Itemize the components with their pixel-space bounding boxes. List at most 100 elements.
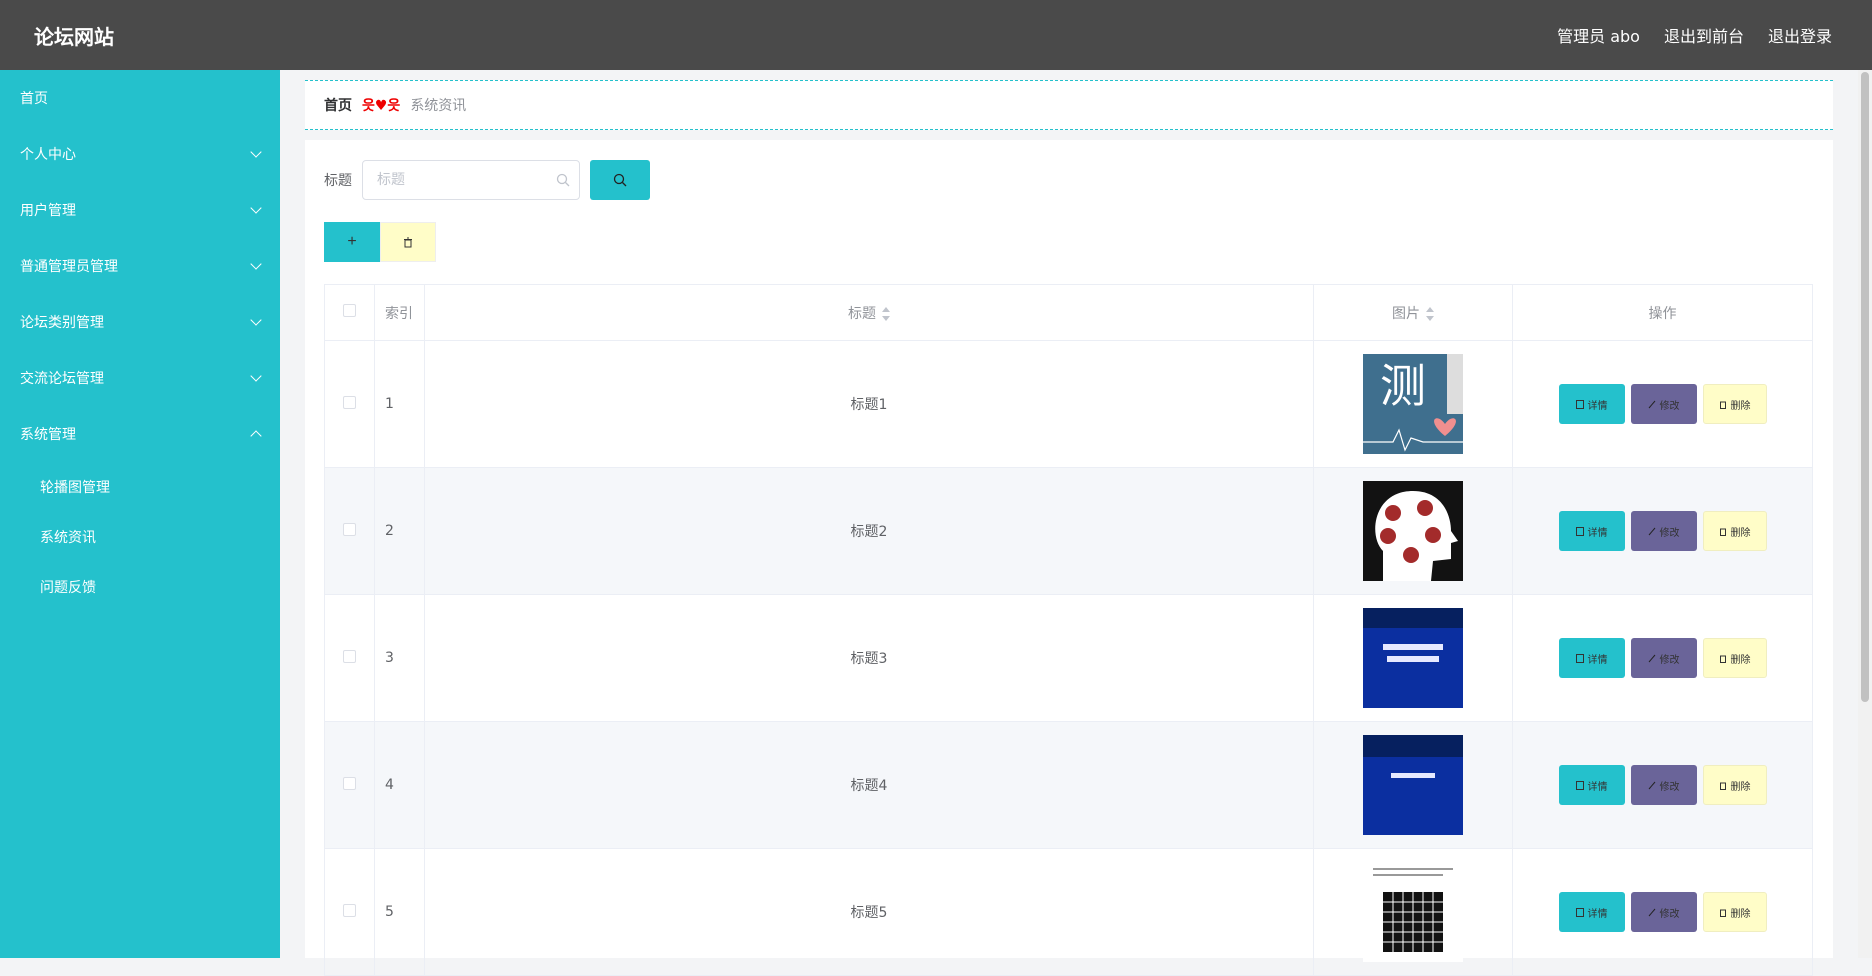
- document-icon: [1575, 399, 1584, 409]
- search-field-wrapper: [362, 160, 580, 200]
- edit-button[interactable]: 修改: [1630, 511, 1697, 551]
- breadcrumb-home[interactable]: 首页: [324, 95, 352, 115]
- row-checkbox[interactable]: [343, 522, 356, 536]
- row-index: 2: [374, 467, 425, 595]
- delete-button[interactable]: 删除: [1702, 384, 1767, 424]
- row-actions: 详情 修改 删除: [1512, 340, 1813, 468]
- admin-user-label[interactable]: 管理员 abo: [1557, 23, 1640, 47]
- row-image-cell: [1313, 848, 1513, 976]
- edit-button[interactable]: 修改: [1630, 765, 1697, 805]
- detail-button[interactable]: 详情: [1558, 892, 1625, 932]
- row-checkbox[interactable]: [343, 776, 356, 790]
- sidebar-item-label: 首页: [20, 91, 48, 107]
- bulk-delete-button[interactable]: [380, 222, 436, 262]
- row-checkbox[interactable]: [343, 395, 356, 409]
- news-thumbnail[interactable]: [1363, 608, 1463, 708]
- detail-label: 详情: [1587, 400, 1608, 412]
- detail-button[interactable]: 详情: [1558, 384, 1625, 424]
- news-thumbnail[interactable]: [1363, 481, 1463, 581]
- row-actions: 详情 修改 删除: [1512, 594, 1813, 722]
- edit-label: 修改: [1659, 908, 1680, 920]
- pencil-icon: [1648, 781, 1655, 789]
- trash-icon: [1719, 909, 1726, 917]
- edit-label: 修改: [1659, 654, 1680, 666]
- top-nav: 管理员 abo 退出到前台 退出登录: [1557, 23, 1832, 47]
- header-title-label: 标题: [848, 305, 876, 322]
- delete-label: 删除: [1730, 400, 1751, 412]
- row-image-cell: 测: [1313, 340, 1513, 468]
- trash-icon: [1719, 782, 1726, 790]
- detail-button[interactable]: 详情: [1558, 511, 1625, 551]
- header-checkbox-cell: [324, 284, 375, 341]
- edit-label: 修改: [1659, 527, 1680, 539]
- sidebar-item-personal-center[interactable]: 个人中心: [0, 126, 280, 182]
- row-actions: 详情 修改 删除: [1512, 467, 1813, 595]
- search-button[interactable]: [590, 160, 650, 200]
- detail-label: 详情: [1587, 908, 1608, 920]
- top-bar: 论坛网站 管理员 abo 退出到前台 退出登录: [0, 0, 1872, 70]
- document-icon: [1575, 653, 1584, 663]
- detail-button[interactable]: 详情: [1558, 765, 1625, 805]
- row-image-cell: [1313, 721, 1513, 849]
- sidebar-subitem-news[interactable]: 系统资讯: [0, 512, 280, 562]
- search-icon: [613, 173, 627, 187]
- search-row: 标题: [324, 160, 650, 200]
- edit-button[interactable]: 修改: [1630, 892, 1697, 932]
- table-row: 3 标题3 详情 修改 删除: [324, 594, 1813, 722]
- chevron-down-icon: [250, 258, 262, 270]
- sidebar-item-label: 交流论坛管理: [20, 371, 104, 387]
- sort-icon[interactable]: [882, 306, 890, 321]
- delete-button[interactable]: 删除: [1702, 638, 1767, 678]
- sidebar-item-admin-management[interactable]: 普通管理员管理: [0, 238, 280, 294]
- row-image-cell: [1313, 594, 1513, 722]
- delete-label: 删除: [1730, 527, 1751, 539]
- row-checkbox[interactable]: [343, 649, 356, 663]
- delete-button[interactable]: 删除: [1702, 511, 1767, 551]
- sidebar-item-forum-management[interactable]: 交流论坛管理: [0, 350, 280, 406]
- news-thumbnail[interactable]: [1363, 735, 1463, 835]
- sidebar-item-label: 用户管理: [20, 203, 76, 219]
- row-checkbox[interactable]: [343, 903, 356, 917]
- header-index: 索引: [374, 284, 425, 341]
- row-index: 3: [374, 594, 425, 722]
- sidebar-item-user-management[interactable]: 用户管理: [0, 182, 280, 238]
- chevron-down-icon: [250, 370, 262, 382]
- row-title: 标题4: [424, 721, 1314, 849]
- sort-icon[interactable]: [1426, 306, 1434, 321]
- add-button[interactable]: +: [324, 222, 380, 262]
- trash-icon: [1719, 655, 1726, 663]
- header-title[interactable]: 标题: [424, 284, 1314, 341]
- row-checkbox-cell: [324, 467, 375, 595]
- pencil-icon: [1648, 654, 1655, 662]
- delete-label: 删除: [1730, 908, 1751, 920]
- delete-button[interactable]: 删除: [1702, 892, 1767, 932]
- delete-button[interactable]: 删除: [1702, 765, 1767, 805]
- news-thumbnail[interactable]: [1363, 862, 1463, 962]
- table-row: 4 标题4 详情 修改 删除: [324, 721, 1813, 849]
- page-scrollbar-thumb[interactable]: [1861, 72, 1869, 702]
- news-thumbnail[interactable]: 测: [1363, 354, 1463, 454]
- detail-label: 详情: [1587, 527, 1608, 539]
- row-title: 标题3: [424, 594, 1314, 722]
- sidebar-item-home[interactable]: 首页: [0, 70, 280, 126]
- sidebar-item-forum-category[interactable]: 论坛类别管理: [0, 294, 280, 350]
- trash-icon: [404, 237, 412, 247]
- app-title: 论坛网站: [34, 24, 114, 49]
- edit-button[interactable]: 修改: [1630, 384, 1697, 424]
- logout-link[interactable]: 退出登录: [1768, 23, 1832, 47]
- edit-button[interactable]: 修改: [1630, 638, 1697, 678]
- sidebar-item-system-management[interactable]: 系统管理: [0, 406, 280, 462]
- delete-label: 删除: [1730, 654, 1751, 666]
- exit-to-front-link[interactable]: 退出到前台: [1664, 23, 1744, 47]
- detail-button[interactable]: 详情: [1558, 638, 1625, 678]
- select-all-checkbox[interactable]: [343, 304, 356, 317]
- edit-label: 修改: [1659, 781, 1680, 793]
- delete-label: 删除: [1730, 781, 1751, 793]
- search-input[interactable]: [362, 160, 580, 200]
- breadcrumb: 首页 읏♥읏 系统资讯: [305, 80, 1833, 130]
- row-index: 1: [374, 340, 425, 468]
- sidebar-subitem-carousel[interactable]: 轮播图管理: [0, 462, 280, 512]
- table-row: 5 标题5 详情 修改 删除: [324, 848, 1813, 976]
- header-image[interactable]: 图片: [1313, 284, 1513, 341]
- sidebar-subitem-feedback[interactable]: 问题反馈: [0, 562, 280, 612]
